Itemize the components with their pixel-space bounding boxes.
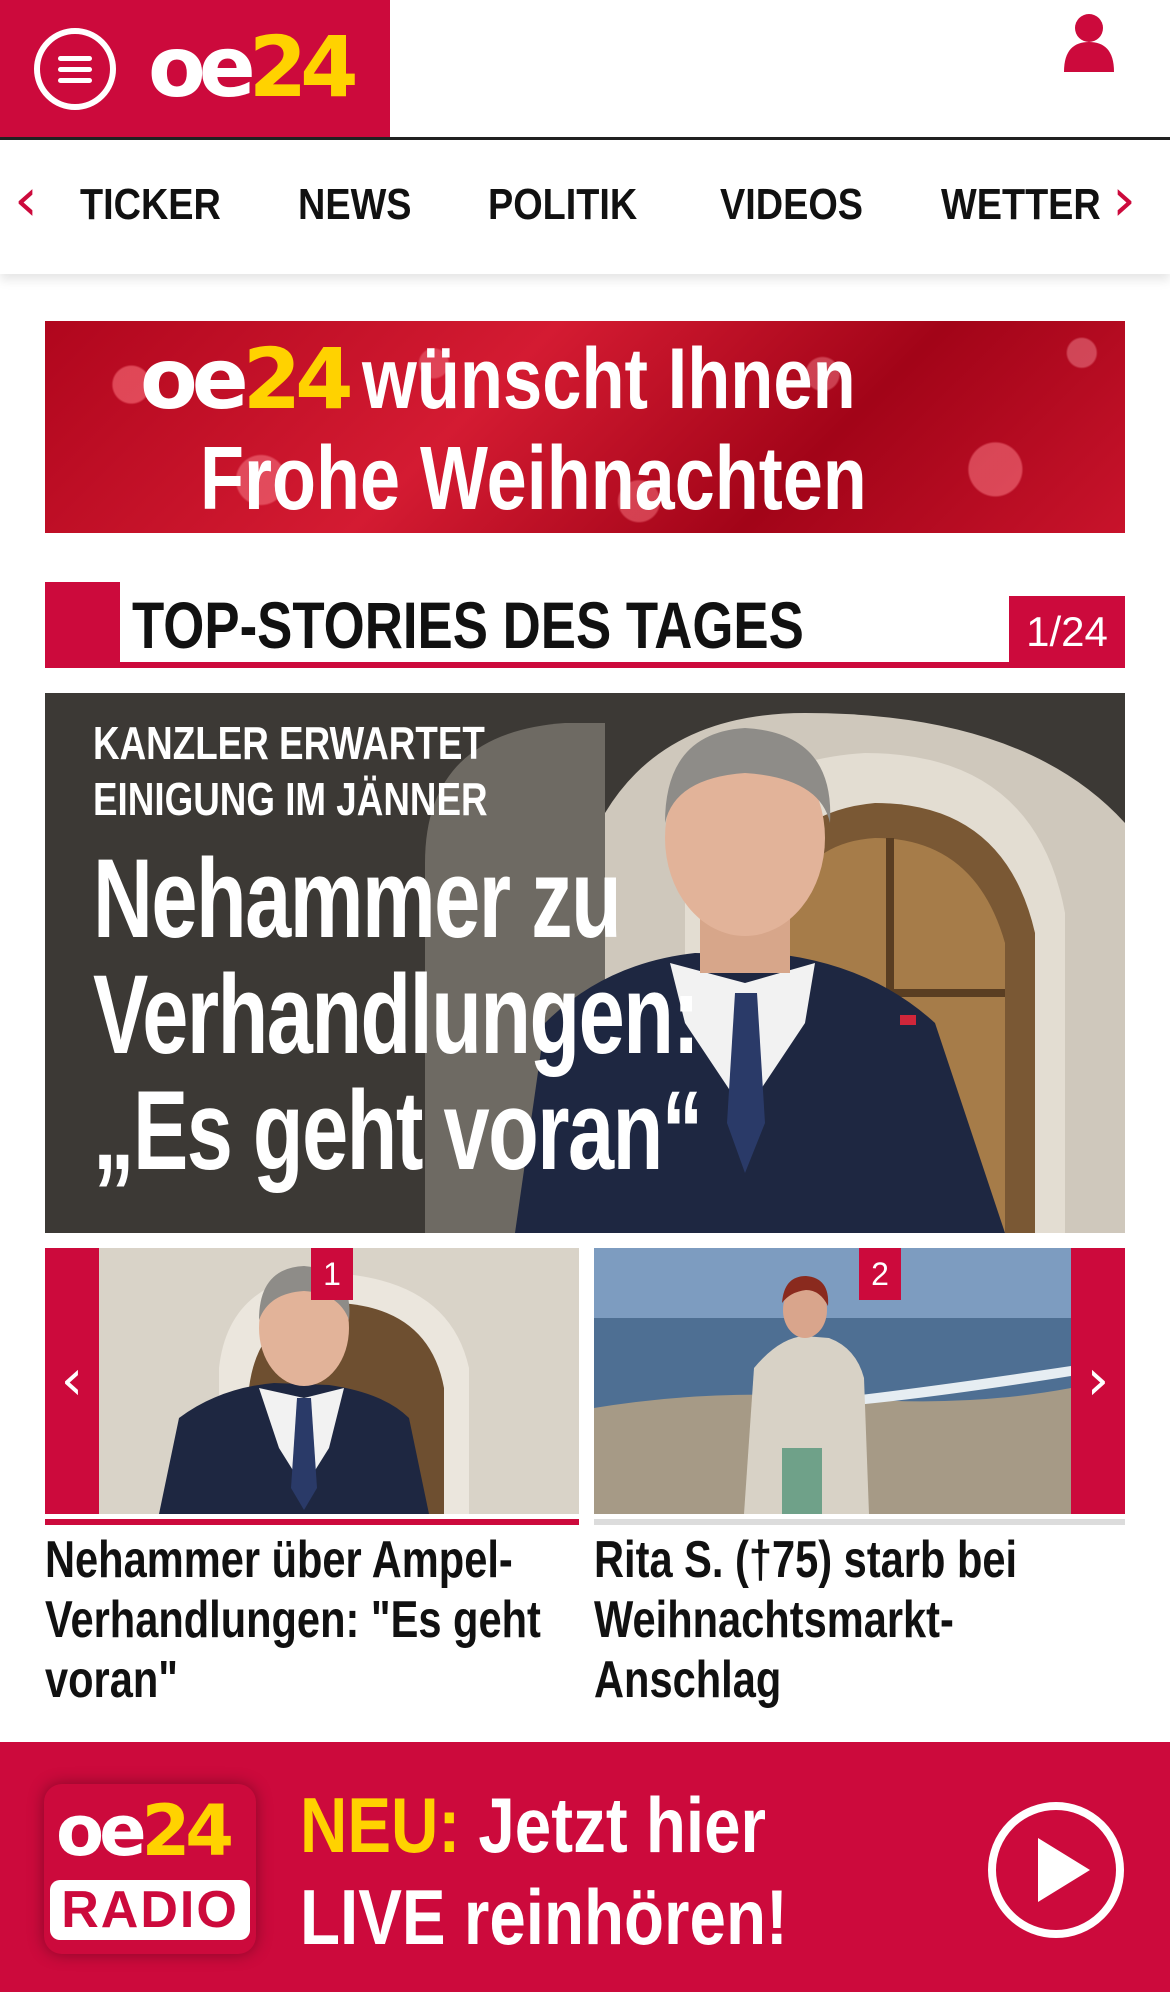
story-counter: 1/24 bbox=[1009, 596, 1125, 668]
radio-highlight: NEU: bbox=[300, 1781, 461, 1869]
carousel-next-button[interactable]: › bbox=[1071, 1248, 1125, 1514]
category-nav: ‹ TICKER NEWS POLITIK VIDEOS WETTER › bbox=[0, 140, 1170, 274]
site-header: oe24 bbox=[0, 0, 1170, 140]
nav-item-wetter[interactable]: WETTER bbox=[941, 180, 1101, 230]
radio-logo: oe24 RADIO bbox=[44, 1784, 256, 1954]
radio-banner[interactable]: oe24 RADIO NEU: Jetzt hier LIVE reinhöre… bbox=[0, 1742, 1170, 1992]
section-title: TOP-STORIES DES TAGES bbox=[132, 588, 804, 662]
hero-headline[interactable]: Nehammer zu Verhandlungen: „Es geht vora… bbox=[93, 841, 703, 1189]
carousel-thumb-2[interactable]: 2 bbox=[594, 1248, 1071, 1514]
thumb-number-2: 2 bbox=[859, 1248, 901, 1300]
play-icon[interactable] bbox=[986, 1800, 1126, 1940]
radio-logo-label: RADIO bbox=[50, 1880, 250, 1940]
section-accent-block bbox=[45, 582, 120, 668]
site-logo[interactable]: oe24 bbox=[148, 22, 359, 112]
thumb-number-1: 1 bbox=[311, 1248, 353, 1300]
hero-kicker: KANZLER ERWARTET EINIGUNG IM JÄNNER bbox=[93, 717, 488, 825]
user-icon[interactable] bbox=[1062, 12, 1116, 72]
carousel-thumb-1[interactable]: 1 bbox=[99, 1248, 579, 1514]
chevron-left-icon[interactable]: ‹ bbox=[14, 170, 38, 230]
christmas-banner-greeting: wünscht Ihnen bbox=[361, 331, 856, 427]
nav-item-ticker[interactable]: TICKER bbox=[80, 180, 221, 230]
chevron-right-icon[interactable]: › bbox=[1112, 170, 1136, 230]
nav-item-videos[interactable]: VIDEOS bbox=[720, 180, 863, 230]
story-carousel: ‹ 1 2 › bbox=[45, 1248, 1125, 1514]
thumb-2-image bbox=[594, 1248, 1071, 1514]
christmas-banner[interactable]: oe24 wünscht Ihnen Frohe Weihnachten bbox=[45, 321, 1125, 533]
top-stories-header: TOP-STORIES DES TAGES 1/24 bbox=[45, 582, 1125, 668]
carousel-caption-1[interactable]: Nehammer über Ampel- Verhandlungen: "Es … bbox=[45, 1530, 541, 1710]
christmas-banner-logo: oe24 bbox=[140, 330, 354, 428]
christmas-banner-wish: Frohe Weihnachten bbox=[200, 429, 867, 529]
brand-area: oe24 bbox=[0, 0, 390, 137]
hamburger-icon[interactable] bbox=[34, 28, 116, 110]
radio-subline: LIVE reinhören! bbox=[300, 1873, 788, 1961]
nav-item-news[interactable]: NEWS bbox=[298, 180, 412, 230]
carousel-caption-2[interactable]: Rita S. (†75) starb bei Weihnachtsmarkt-… bbox=[594, 1530, 1055, 1710]
hero-story[interactable]: KANZLER ERWARTET EINIGUNG IM JÄNNER Neha… bbox=[45, 693, 1125, 1233]
nav-item-politik[interactable]: POLITIK bbox=[488, 180, 637, 230]
carousel-indicator bbox=[594, 1519, 1125, 1525]
carousel-prev-button[interactable]: ‹ bbox=[45, 1248, 99, 1514]
carousel-indicator-active bbox=[45, 1519, 579, 1525]
radio-headline: NEU: Jetzt hier bbox=[300, 1781, 767, 1869]
